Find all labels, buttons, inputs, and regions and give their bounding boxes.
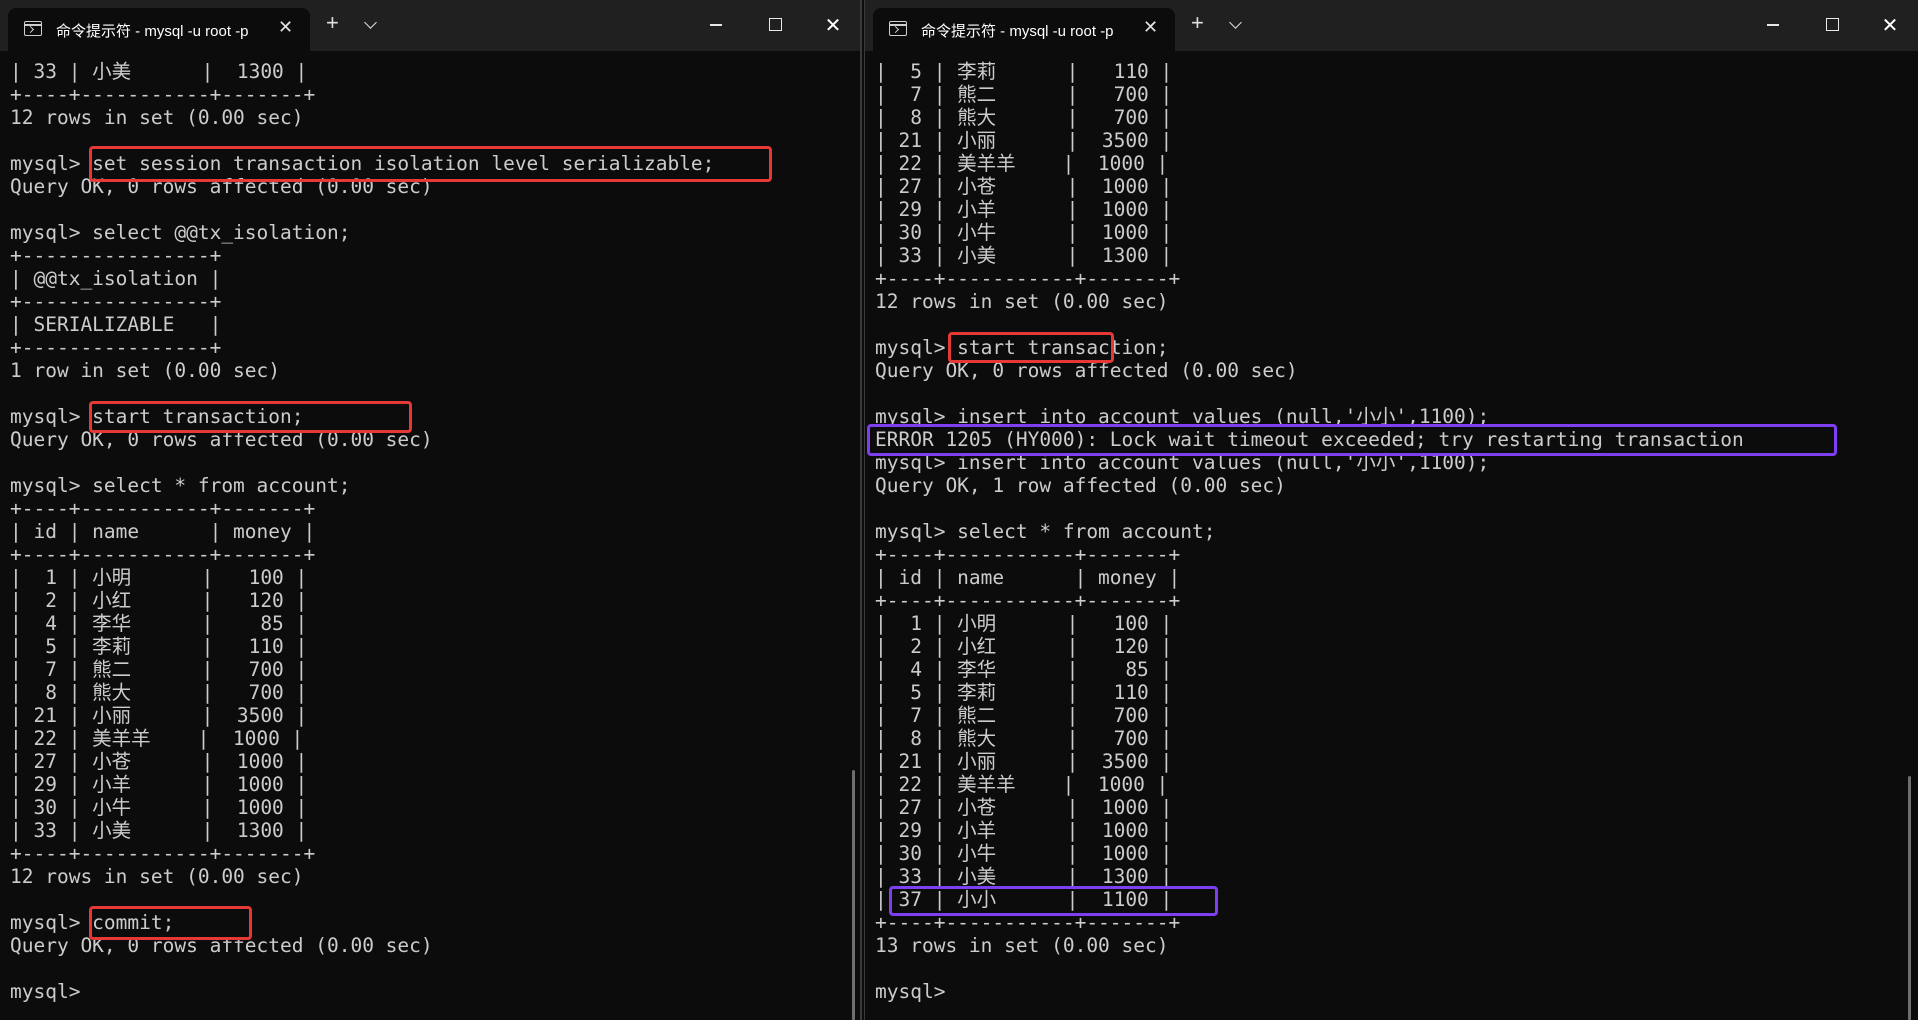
scrollbar-thumb[interactable] — [852, 770, 855, 1020]
terminal-line: | 21 | 小丽 | 3500 | — [10, 704, 308, 727]
terminal-line: | 33 | 小美 | 1300 | — [10, 60, 308, 83]
highlight-box — [948, 332, 1114, 363]
tab-close-icon[interactable]: ✕ — [1143, 17, 1158, 38]
terminal-line: mysql> — [10, 980, 81, 1003]
terminal-line: | 22 | 美羊羊 | 1000 | — [10, 727, 304, 750]
highlight-box — [89, 146, 772, 182]
terminal-line: | 8 | 熊大 | 700 | — [875, 106, 1173, 129]
minimize-icon[interactable] — [1745, 0, 1803, 51]
terminal-line: 12 rows in set (0.00 sec) — [10, 865, 304, 888]
terminal-line: | 4 | 李华 | 85 | — [10, 612, 308, 635]
terminal-line: | 22 | 美羊羊 | 1000 | — [875, 152, 1169, 175]
title-bar: 命令提示符 - mysql -u root -p ✕ + ✕ — [0, 0, 860, 51]
terminal-line: | 30 | 小牛 | 1000 | — [875, 842, 1173, 865]
terminal-line: | 21 | 小丽 | 3500 | — [875, 129, 1173, 152]
terminal-output[interactable]: | 33 | 小美 | 1300 | +----+-----------+----… — [10, 60, 714, 1003]
terminal-line: | 29 | 小羊 | 1000 | — [875, 819, 1173, 842]
terminal-line: +----+-----------+-------+ — [10, 543, 316, 566]
chevron-down-icon[interactable] — [364, 16, 377, 29]
terminal-line: | 27 | 小苍 | 1000 | — [875, 175, 1173, 198]
terminal-window-left: 命令提示符 - mysql -u root -p ✕ + ✕ | 33 | 小美… — [0, 0, 862, 1020]
terminal-line: Query OK, 1 row affected (0.00 sec) — [875, 474, 1286, 497]
terminal-line: | 5 | 李莉 | 110 | — [875, 681, 1173, 704]
terminal-tab[interactable]: 命令提示符 - mysql -u root -p ✕ — [873, 8, 1175, 51]
terminal-line: +----------------+ — [10, 336, 222, 359]
close-icon[interactable]: ✕ — [1861, 0, 1918, 51]
terminal-line: | 7 | 熊二 | 700 | — [875, 704, 1173, 727]
terminal-line: | 27 | 小苍 | 1000 | — [875, 796, 1173, 819]
terminal-line: | 29 | 小羊 | 1000 | — [875, 198, 1173, 221]
terminal-line: 1 row in set (0.00 sec) — [10, 359, 281, 382]
terminal-line: +----+-----------+-------+ — [875, 543, 1181, 566]
scrollbar[interactable] — [849, 52, 859, 1020]
terminal-line: | 30 | 小牛 | 1000 | — [10, 796, 308, 819]
new-tab-button[interactable]: + — [1191, 12, 1204, 34]
terminal-line: | 21 | 小丽 | 3500 | — [875, 750, 1173, 773]
highlight-box — [89, 906, 252, 940]
terminal-line: +----+-----------+-------+ — [10, 497, 316, 520]
terminal-line: | id | name | money | — [10, 520, 316, 543]
highlight-box — [889, 886, 1218, 916]
terminal-line: +----+-----------+-------+ — [10, 83, 316, 106]
terminal-line: | 2 | 小红 | 120 | — [10, 589, 308, 612]
terminal-line: +----+-----------+-------+ — [875, 589, 1181, 612]
terminal-line: mysql> select * from account; — [875, 520, 1216, 543]
tab-title: 命令提示符 - mysql -u root -p — [921, 23, 1114, 40]
terminal-line: | 2 | 小红 | 120 | — [875, 635, 1173, 658]
terminal-output[interactable]: | 5 | 李莉 | 110 | | 7 | 熊二 | 700 | | 8 | 熊大… — [875, 60, 1744, 1003]
scrollbar-thumb[interactable] — [1908, 776, 1911, 1020]
terminal-icon — [24, 21, 42, 36]
terminal-line: | 1 | 小明 | 100 | — [875, 612, 1173, 635]
chevron-down-icon[interactable] — [1229, 16, 1242, 29]
new-tab-button[interactable]: + — [326, 12, 339, 34]
terminal-line: | 1 | 小明 | 100 | — [10, 566, 308, 589]
terminal-line: | 7 | 熊二 | 700 | — [10, 658, 308, 681]
close-icon[interactable]: ✕ — [804, 0, 860, 51]
terminal-line: | 33 | 小美 | 1300 | — [875, 865, 1173, 888]
terminal-line: +----------------+ — [10, 244, 222, 267]
terminal-line: | 27 | 小苍 | 1000 | — [10, 750, 308, 773]
terminal-line: mysql> — [875, 980, 946, 1003]
terminal-line: | 8 | 熊大 | 700 | — [875, 727, 1173, 750]
minimize-icon[interactable] — [688, 0, 746, 51]
terminal-line: | 30 | 小牛 | 1000 | — [875, 221, 1173, 244]
terminal-line: 12 rows in set (0.00 sec) — [875, 290, 1169, 313]
terminal-line: +----------------+ — [10, 290, 222, 313]
terminal-icon — [889, 21, 907, 36]
terminal-line: | 7 | 熊二 | 700 | — [875, 83, 1173, 106]
terminal-line: mysql> select @@tx_isolation; — [10, 221, 351, 244]
terminal-line: 12 rows in set (0.00 sec) — [10, 106, 304, 129]
highlight-box — [867, 424, 1837, 456]
terminal-line: | 29 | 小羊 | 1000 | — [10, 773, 308, 796]
terminal-line: | SERIALIZABLE | — [10, 313, 222, 336]
terminal-tab[interactable]: 命令提示符 - mysql -u root -p ✕ — [8, 8, 310, 51]
terminal-line: | 33 | 小美 | 1300 | — [875, 244, 1173, 267]
terminal-line: | 33 | 小美 | 1300 | — [10, 819, 308, 842]
terminal-line: | 5 | 李莉 | 110 | — [875, 60, 1173, 83]
terminal-line: mysql> select * from account; — [10, 474, 351, 497]
terminal-line: | @@tx_isolation | — [10, 267, 222, 290]
terminal-line: +----+-----------+-------+ — [10, 842, 316, 865]
tab-close-icon[interactable]: ✕ — [278, 17, 293, 38]
maximize-icon[interactable] — [1803, 0, 1861, 51]
terminal-line: | 8 | 熊大 | 700 | — [10, 681, 308, 704]
terminal-line: 13 rows in set (0.00 sec) — [875, 934, 1169, 957]
maximize-icon[interactable] — [746, 0, 804, 51]
title-bar: 命令提示符 - mysql -u root -p ✕ + ✕ — [865, 0, 1918, 51]
terminal-line: | 5 | 李莉 | 110 | — [10, 635, 308, 658]
terminal-line: | 4 | 李华 | 85 | — [875, 658, 1173, 681]
terminal-line: +----+-----------+-------+ — [875, 267, 1181, 290]
terminal-line: | 22 | 美羊羊 | 1000 | — [875, 773, 1169, 796]
terminal-line: | id | name | money | — [875, 566, 1181, 589]
terminal-window-right: 命令提示符 - mysql -u root -p ✕ + ✕ | 5 | 李莉 … — [864, 0, 1918, 1020]
scrollbar[interactable] — [1905, 52, 1915, 1020]
highlight-box — [89, 401, 412, 433]
tab-title: 命令提示符 - mysql -u root -p — [56, 23, 249, 40]
